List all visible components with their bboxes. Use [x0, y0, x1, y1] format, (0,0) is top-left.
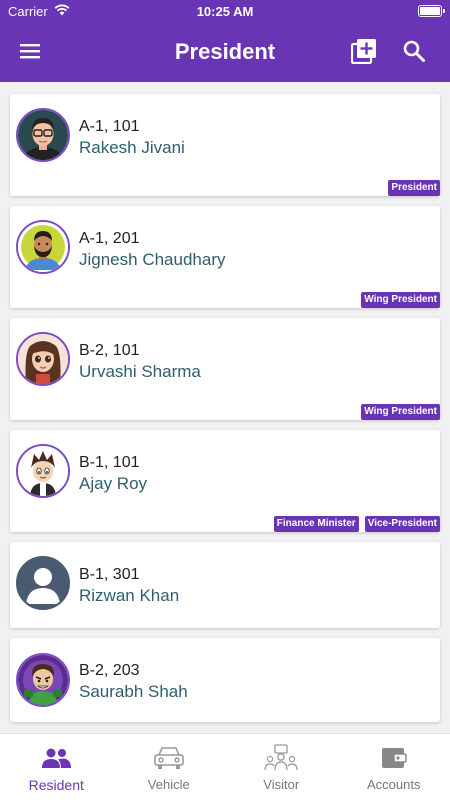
- battery-icon: [418, 5, 445, 17]
- add-resident-button[interactable]: [346, 35, 382, 71]
- app-bar: President: [0, 24, 450, 82]
- role-badge: Wing President: [361, 404, 440, 420]
- tab-resident[interactable]: Resident: [0, 734, 113, 800]
- avatar: [16, 653, 70, 707]
- role-badge: President: [388, 180, 440, 196]
- role-badges: Wing President: [361, 404, 440, 420]
- resident-name: Ajay Roy: [79, 474, 148, 493]
- avatar: [16, 444, 70, 498]
- avatar: [16, 108, 70, 162]
- resident-card[interactable]: B-1, 101 Ajay Roy Finance Minister Vice-…: [10, 430, 440, 532]
- people-icon: [36, 744, 76, 772]
- flat-number: B-2, 203: [79, 662, 140, 679]
- role-badges: Finance Minister Vice-President: [273, 516, 440, 532]
- car-icon: [149, 744, 189, 772]
- flat-number: A-1, 201: [79, 230, 140, 247]
- resident-name: Urvashi Sharma: [79, 362, 201, 381]
- role-badges: Wing President: [361, 292, 440, 308]
- add-box-icon: [350, 38, 377, 69]
- avatar: [16, 220, 70, 274]
- page-title: President: [174, 39, 276, 64]
- tab-vehicle[interactable]: Vehicle: [113, 734, 226, 800]
- wifi-icon: [54, 4, 70, 19]
- resident-name: Rakesh Jivani: [79, 138, 185, 157]
- wallet-icon: [374, 744, 414, 772]
- role-badge: Vice-President: [364, 516, 440, 532]
- resident-name: Saurabh Shah: [79, 682, 188, 701]
- search-icon: [403, 40, 425, 67]
- flat-number: B-1, 301: [79, 566, 140, 583]
- tab-label: Vehicle: [147, 777, 190, 792]
- role-badges: President: [388, 180, 440, 196]
- tab-visitor[interactable]: Visitor: [225, 734, 338, 800]
- role-badge: Finance Minister: [273, 516, 359, 532]
- flat-number: B-1, 101: [79, 454, 140, 471]
- resident-card[interactable]: A-1, 101 Rakesh Jivani President: [10, 94, 440, 196]
- tab-label: Visitor: [263, 777, 300, 792]
- bottom-tab-bar: Resident Vehicle Visitor Accounts: [0, 733, 450, 800]
- resident-card[interactable]: B-1, 301 Rizwan Khan: [10, 542, 440, 628]
- flat-number: A-1, 101: [79, 118, 140, 135]
- resident-name: Rizwan Khan: [79, 586, 180, 605]
- tab-label: Accounts: [367, 777, 421, 792]
- status-bar: 10:25 AM Carrier: [0, 0, 450, 24]
- role-badge: Wing President: [361, 292, 440, 308]
- carrier-label: Carrier: [8, 4, 48, 19]
- flat-number: B-2, 101: [79, 342, 140, 359]
- resident-card[interactable]: A-1, 201 Jignesh Chaudhary Wing Presiden…: [10, 206, 440, 308]
- search-button[interactable]: [396, 35, 432, 71]
- resident-name: Jignesh Chaudhary: [79, 250, 226, 269]
- tab-label: Resident: [28, 777, 84, 793]
- visitor-icon: [261, 744, 301, 772]
- resident-list[interactable]: A-1, 101 Rakesh Jivani President A-1, 20…: [0, 82, 450, 733]
- avatar: [16, 556, 70, 610]
- resident-card[interactable]: B-2, 203 Saurabh Shah: [10, 638, 440, 722]
- avatar: [16, 332, 70, 386]
- tab-accounts[interactable]: Accounts: [338, 734, 450, 800]
- resident-card[interactable]: B-2, 101 Urvashi Sharma Wing President: [10, 318, 440, 420]
